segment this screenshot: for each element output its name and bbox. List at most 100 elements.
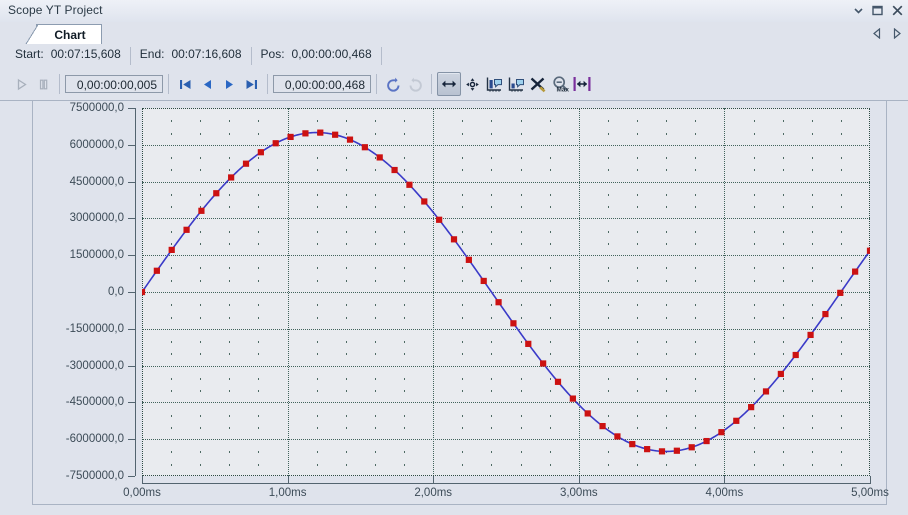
y-axis-tick (128, 476, 135, 477)
y-axis-tick (128, 145, 135, 146)
info-start-label: Start: (15, 47, 44, 61)
tab-navigation (872, 26, 902, 44)
y-axis-tick (128, 108, 135, 109)
data-point-marker (361, 144, 368, 151)
data-point-marker (242, 160, 250, 167)
tab-chart-label: Chart (54, 28, 86, 42)
info-pos: Pos: 0,00:00:00,468 (252, 47, 382, 65)
clear-zoom-icon[interactable] (527, 73, 549, 95)
data-point-marker (213, 190, 220, 197)
window-controls (854, 1, 903, 19)
x-axis-tick-label: 3,00ms (559, 487, 598, 499)
data-point-marker (792, 351, 799, 359)
info-start-value: 00:07:15,608 (50, 47, 121, 61)
data-point-marker (644, 446, 651, 453)
interval-field[interactable]: 0,00:00:00,005 (65, 75, 163, 93)
y-axis-tick (128, 329, 135, 330)
last-button[interactable] (240, 73, 262, 95)
zoom-y-axis-icon[interactable] (483, 73, 505, 95)
data-point-marker (703, 437, 710, 445)
data-point-marker (822, 310, 829, 318)
data-point-marker (762, 388, 770, 395)
data-point-marker (658, 448, 666, 455)
zoom-horizontal-icon[interactable] (437, 72, 461, 96)
data-point-marker (673, 447, 680, 454)
y-axis-tick-label: 6000000,0 (69, 138, 124, 151)
y-axis-tick-label: 0,0 (108, 286, 124, 298)
maximize-icon[interactable] (872, 5, 883, 16)
play-button[interactable] (10, 73, 32, 95)
tab-nav-next-icon[interactable] (892, 26, 902, 44)
data-point-marker (332, 131, 339, 138)
data-point-marker (866, 247, 870, 254)
x-axis-tick (724, 476, 725, 484)
data-point-marker (540, 360, 547, 367)
chart-panel[interactable]: 7500000,0 6000000,0 4500000,0 3000000,0 1500… (32, 100, 889, 505)
x-axis-tick-label: 2,00ms (414, 487, 453, 499)
y-axis-tick (128, 439, 135, 440)
data-point-marker (406, 181, 413, 188)
x-axis-tick (433, 476, 434, 484)
data-point-marker (733, 417, 740, 424)
y-axis-tick-label: 1500000,0 (69, 249, 124, 262)
x-axis-line (142, 483, 871, 484)
data-point-marker (465, 256, 472, 263)
y-axis-tick-label: 7500000,0 (69, 102, 124, 114)
redo-zoom-icon[interactable] (404, 73, 426, 95)
tab-chart[interactable]: Chart (25, 24, 102, 45)
info-start: Start: 00:07:15,608 (6, 47, 131, 65)
x-axis-tick (579, 476, 580, 484)
data-point-marker (510, 320, 517, 327)
data-point-marker (777, 370, 784, 378)
pause-button[interactable] (32, 73, 54, 95)
data-point-marker (748, 404, 755, 411)
data-point-marker (495, 299, 502, 306)
data-point-marker (153, 267, 160, 274)
data-point-marker (569, 395, 576, 402)
data-point-marker (272, 140, 279, 147)
y-axis-tick (128, 366, 135, 367)
data-point-marker (614, 433, 621, 440)
data-point-marker (287, 133, 294, 141)
data-point-marker (228, 174, 235, 181)
previous-button[interactable] (196, 73, 218, 95)
data-point-marker (837, 289, 844, 296)
data-point-marker (480, 277, 487, 285)
data-point-marker (629, 441, 636, 448)
tab-nav-prev-icon[interactable] (872, 26, 882, 44)
next-button[interactable] (218, 73, 240, 95)
y-axis-tick-label: 4500000,0 (69, 175, 124, 188)
y-axis-tick-label: -7500000,0 (65, 470, 124, 482)
toolbar: 0,00:00:00,005 0,00:00:00,468 Max (0, 68, 908, 101)
zoom-x-axis-icon[interactable] (505, 73, 527, 95)
info-bar: Start: 00:07:15,608 End: 00:07:16,608 Po… (0, 44, 908, 68)
dropdown-icon[interactable] (854, 6, 863, 15)
data-point-marker (183, 226, 190, 233)
fit-width-icon[interactable] (571, 73, 593, 95)
series-line (142, 131, 870, 453)
data-point-marker (450, 236, 458, 243)
tab-strip: Chart (0, 22, 908, 45)
x-axis-tick (870, 476, 871, 484)
undo-zoom-icon[interactable] (382, 73, 404, 95)
close-icon[interactable] (892, 5, 903, 16)
data-point-marker (807, 331, 814, 339)
data-point-marker (584, 410, 591, 417)
y-axis-tick (128, 292, 135, 293)
data-point-marker (599, 423, 606, 430)
position-field[interactable]: 0,00:00:00,468 (273, 75, 371, 93)
data-point-marker (257, 149, 264, 156)
y-axis-tick-label: -6000000,0 (65, 433, 124, 446)
y-axis-tick (128, 182, 135, 183)
data-point-marker (346, 136, 354, 143)
zoom-max-icon[interactable]: Max (549, 73, 571, 95)
data-series (142, 129, 870, 455)
x-axis-tick-label: 5,00ms (851, 487, 889, 499)
data-point-marker (168, 246, 175, 253)
first-button[interactable] (174, 73, 196, 95)
y-axis-labels: 7500000,0 6000000,0 4500000,0 3000000,0 1500… (33, 101, 136, 483)
window-title: Scope YT Project (8, 3, 103, 17)
y-axis-tick-label: 3000000,0 (69, 212, 124, 225)
pan-icon[interactable] (461, 73, 483, 95)
data-point-marker (391, 166, 398, 174)
